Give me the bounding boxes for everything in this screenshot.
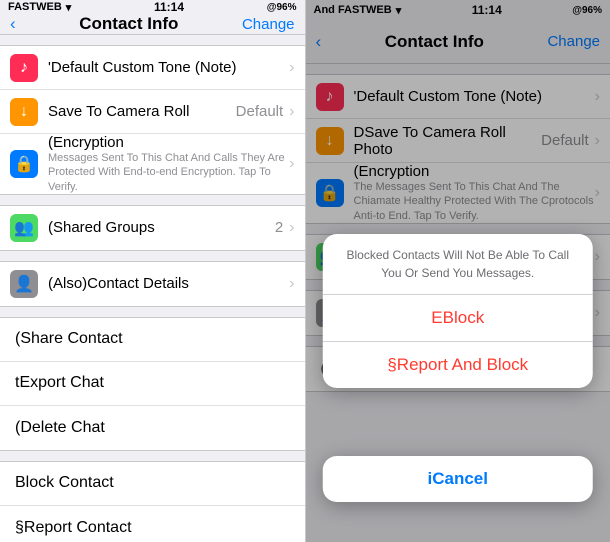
left-row-export-chat[interactable]: tExport Chat xyxy=(0,362,305,406)
dialog-info-text: Blocked Contacts Will Not Be Able To Cal… xyxy=(346,248,569,280)
left-row-report-contact[interactable]: §Report Contact xyxy=(0,506,305,542)
left-groups-content: (Shared Groups xyxy=(48,219,275,236)
block-dialog: Blocked Contacts Will Not Be Able To Cal… xyxy=(323,234,593,388)
left-section-contact-details: 👤 (Also)Contact Details xyxy=(0,261,305,307)
left-groups-group: 👥 (Shared Groups 2 xyxy=(0,205,305,251)
left-wifi-icon: ▾ xyxy=(66,1,72,14)
left-section-tones: 'Default Custom Tone (Note) ↓ Save To Ca… xyxy=(0,45,305,195)
left-contact-content: (Also)Contact Details xyxy=(48,275,289,292)
left-groups-value: 2 xyxy=(275,219,283,236)
left-groups-icon: 👥 xyxy=(10,214,38,242)
left-groups-title: (Shared Groups xyxy=(48,219,275,236)
left-save-chevron xyxy=(289,103,294,121)
left-row-delete-chat[interactable]: (Delete Chat xyxy=(0,406,305,450)
dialog-report-block-label: §Report And Block xyxy=(387,355,528,374)
dialog-cancel-label: iCancel xyxy=(428,469,488,488)
left-contact-chevron xyxy=(289,275,294,293)
right-panel: And FASTWEB ▾ 11:14 @96% ‹ Contact Info … xyxy=(306,0,610,542)
left-contact-title: (Also)Contact Details xyxy=(48,275,289,292)
left-save-value: Default xyxy=(236,103,284,120)
dialog-wrapper: Blocked Contacts Will Not Be Able To Cal… xyxy=(306,234,610,512)
left-row-contact-details[interactable]: 👤 (Also)Contact Details xyxy=(0,262,305,306)
left-save-icon: ↓ xyxy=(10,98,38,126)
left-block-contact-label: Block Contact xyxy=(15,474,114,492)
music-icon xyxy=(20,59,28,77)
left-tone-content: 'Default Custom Tone (Note) xyxy=(48,59,289,76)
lock-icon: 🔒 xyxy=(14,154,34,174)
left-tone-icon xyxy=(10,54,38,82)
left-encryption-chevron xyxy=(289,155,294,173)
left-panel: FASTWEB ▾ 11:14 @96% ‹ Contact Info Chan… xyxy=(0,0,305,542)
left-row-encryption[interactable]: 🔒 (Encryption Messages Sent To This Chat… xyxy=(0,134,305,194)
left-report-contact-label: §Report Contact xyxy=(15,519,132,537)
left-delete-chat-label: (Delete Chat xyxy=(15,419,105,437)
left-save-content: Save To Camera Roll xyxy=(48,103,236,120)
left-export-chat-label: tExport Chat xyxy=(15,374,104,392)
left-tones-group: 'Default Custom Tone (Note) ↓ Save To Ca… xyxy=(0,45,305,195)
left-encryption-subtitle: Messages Sent To This Chat And Calls The… xyxy=(48,151,289,194)
save-icon: ↓ xyxy=(20,103,28,121)
dialog-overlay: Blocked Contacts Will Not Be Able To Cal… xyxy=(306,0,610,542)
left-row-share-contact[interactable]: (Share Contact xyxy=(0,318,305,362)
left-nav-bar: ‹ Contact Info Change xyxy=(0,14,305,35)
left-section-groups: 👥 (Shared Groups 2 xyxy=(0,205,305,251)
left-row-save[interactable]: ↓ Save To Camera Roll Default xyxy=(0,90,305,134)
left-row-shared-groups[interactable]: 👥 (Shared Groups 2 xyxy=(0,206,305,250)
left-row-block-contact[interactable]: Block Contact xyxy=(0,462,305,506)
left-time: 11:14 xyxy=(154,0,184,14)
left-nav-title: Contact Info xyxy=(79,14,178,34)
left-contact-icon: 👤 xyxy=(10,270,38,298)
dialog-report-block-action[interactable]: §Report And Block xyxy=(323,342,593,388)
left-tone-chevron xyxy=(289,59,294,77)
left-save-title: Save To Camera Roll xyxy=(48,103,236,120)
dialog-block-label: EBlock xyxy=(431,308,484,327)
left-status-left: FASTWEB ▾ xyxy=(8,1,71,14)
left-nav-action[interactable]: Change xyxy=(242,16,295,33)
dialog-cancel-action[interactable]: iCancel xyxy=(323,456,593,502)
left-share-contact-label: (Share Contact xyxy=(15,330,123,348)
contact-icon: 👤 xyxy=(14,274,34,294)
left-encryption-icon: 🔒 xyxy=(10,150,38,178)
dialog-cancel-bar[interactable]: iCancel xyxy=(323,456,593,502)
left-contact-details-group: 👤 (Also)Contact Details xyxy=(0,261,305,307)
dialog-info: Blocked Contacts Will Not Be Able To Cal… xyxy=(323,234,593,295)
left-plain-group2: Block Contact §Report Contact xyxy=(0,461,305,542)
left-row-tone[interactable]: 'Default Custom Tone (Note) xyxy=(0,46,305,90)
left-status-bar: FASTWEB ▾ 11:14 @96% xyxy=(0,0,305,14)
left-encryption-title: (Encryption xyxy=(48,134,289,151)
group-icon: 👥 xyxy=(14,218,34,238)
left-plain-group1: (Share Contact tExport Chat (Delete Chat xyxy=(0,317,305,451)
dialog-block-action[interactable]: EBlock xyxy=(323,295,593,342)
left-groups-chevron xyxy=(289,219,294,237)
left-carrier: FASTWEB xyxy=(8,1,62,13)
left-back-button[interactable]: ‹ xyxy=(10,14,16,34)
left-tone-title: 'Default Custom Tone (Note) xyxy=(48,59,289,76)
left-battery: @96% xyxy=(267,2,297,13)
left-encryption-content: (Encryption Messages Sent To This Chat A… xyxy=(48,134,289,194)
